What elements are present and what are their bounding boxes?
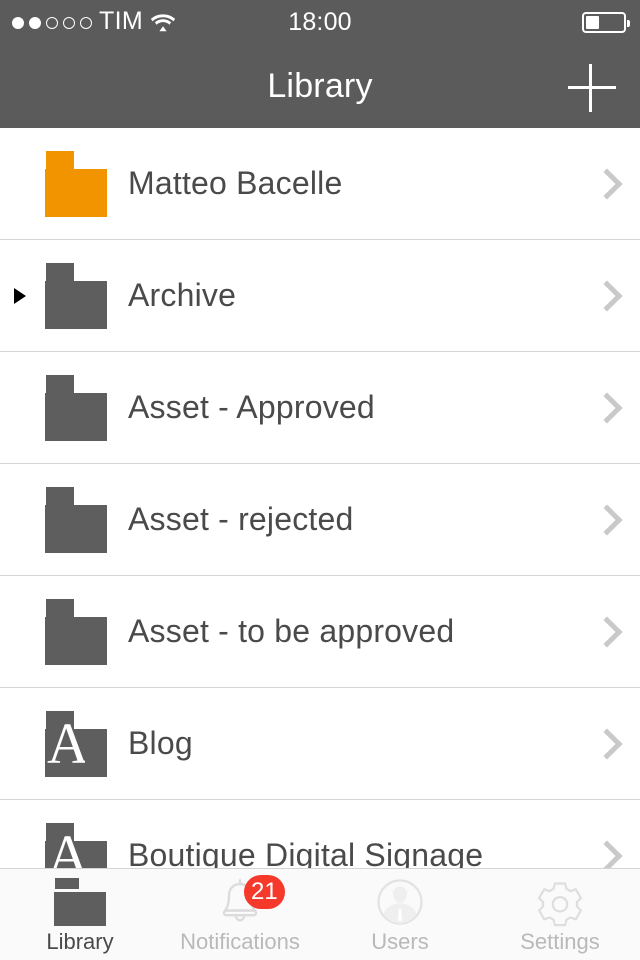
folder-icon: A [45,710,107,777]
tab-label: Library [46,929,114,954]
battery-icon [582,12,630,33]
list-item[interactable]: Matteo Bacelle [0,128,640,240]
chevron-right-icon[interactable] [591,727,623,760]
folder-icon [45,150,107,217]
tab-label: Notifications [180,929,300,954]
status-bar-right [582,0,630,45]
folder-icon [45,486,107,553]
list-item[interactable]: A Boutique Digital Signage [0,800,640,868]
chevron-right-icon[interactable] [591,167,623,200]
tab-label: Users [371,929,429,954]
folder-glyph [47,377,85,439]
tab-users[interactable]: Users [320,869,480,960]
folder-glyph: A [47,824,85,869]
status-bar-clock: 18:00 [288,8,352,36]
tab-library[interactable]: Library [0,869,160,960]
nav-bar: Library [0,45,640,128]
chevron-right-icon[interactable] [591,615,623,648]
folder-icon [45,598,107,665]
list-item[interactable]: A Blog [0,688,640,800]
folder-icon [45,374,107,441]
folder-glyph [47,601,85,663]
list-item-label: Asset - to be approved [128,613,455,649]
list-item-label: Asset - rejected [128,501,354,537]
folder-icon: A [45,822,107,869]
tab-label: Settings [520,929,600,954]
expand-triangle-icon[interactable] [14,287,26,304]
user-circle-icon [372,877,428,927]
app-screen: TIM 18:00 Library Matteo Bacelle Archive… [0,0,640,960]
tab-notifications[interactable]: 21 Notifications [160,869,320,960]
folder-glyph: A [47,712,85,775]
list-item-label: Matteo Bacelle [128,165,343,201]
plus-icon[interactable] [566,61,618,113]
gear-icon [532,877,588,927]
list-item[interactable]: Asset - to be approved [0,576,640,688]
folder-glyph [47,153,85,215]
folder-glyph [47,265,85,327]
chevron-right-icon[interactable] [591,391,623,424]
status-bar: TIM 18:00 [0,0,640,45]
folder-icon [45,262,107,329]
tab-bar: Library 21 Notifications Users Settings [0,868,640,960]
chevron-right-icon[interactable] [591,279,623,312]
page-title: Library [267,67,373,105]
folder-glyph [47,489,85,551]
chevron-right-icon[interactable] [591,503,623,536]
list-item[interactable]: Asset - rejected [0,464,640,576]
list-item[interactable]: Asset - Approved [0,352,640,464]
bell-icon: 21 [212,875,285,927]
chevron-right-icon[interactable] [591,839,623,868]
list-item-label: Archive [128,277,237,313]
folder-icon [52,877,108,927]
folder-list[interactable]: Matteo Bacelle Archive Asset - Approved [0,128,640,868]
list-item[interactable]: Archive [0,240,640,352]
list-item-label: Blog [128,725,193,761]
list-item-label: Boutique Digital Signage [128,837,484,868]
tab-settings[interactable]: Settings [480,869,640,960]
list-item-label: Asset - Approved [128,389,375,425]
notification-badge: 21 [244,875,285,909]
